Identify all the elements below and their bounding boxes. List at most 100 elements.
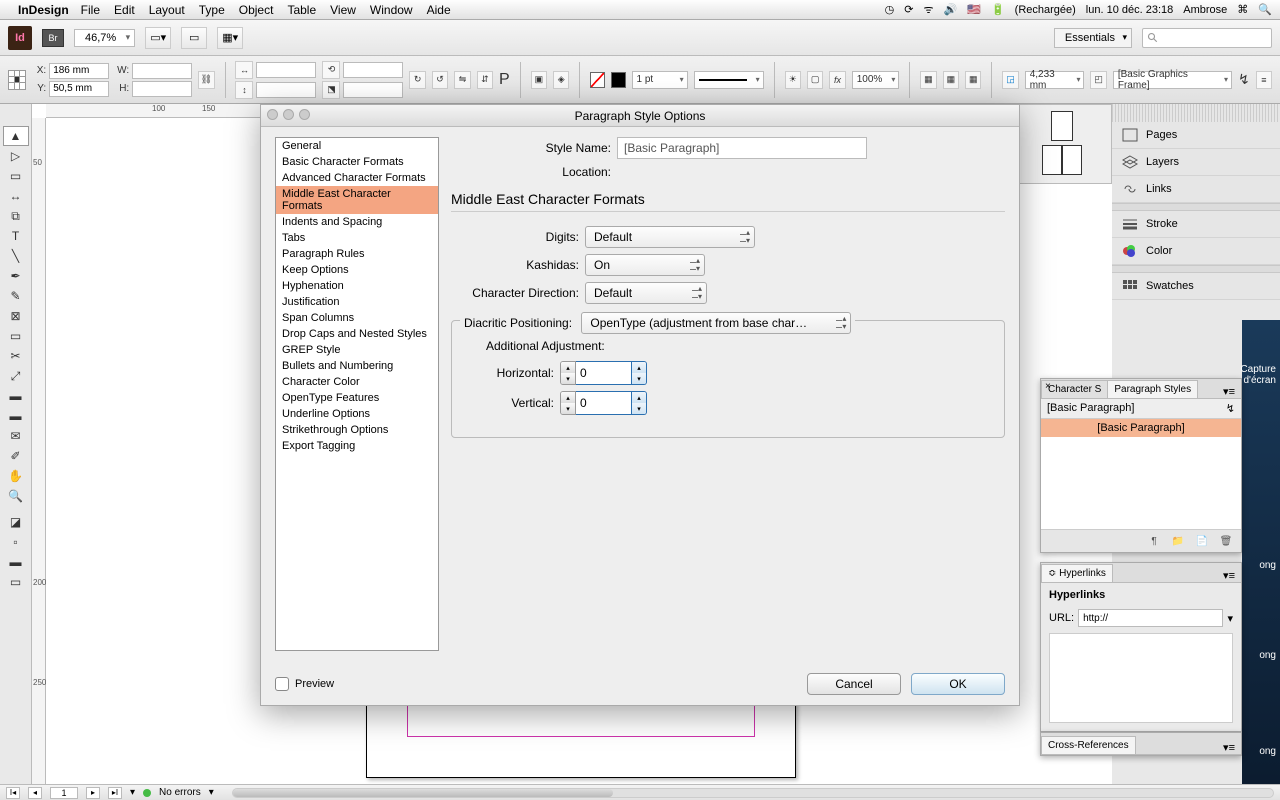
close-icon[interactable] (267, 109, 278, 120)
status-icon[interactable]: ◷ (885, 3, 895, 16)
rotate-ccw-icon[interactable]: ↺ (432, 71, 448, 89)
category-opentype-features[interactable]: OpenType Features (276, 390, 438, 406)
prev-page-button[interactable]: ◂ (28, 787, 42, 799)
hyperlinks-list[interactable] (1049, 633, 1233, 723)
stroke-style-select[interactable] (694, 71, 764, 89)
category-basic-character-formats[interactable]: Basic Character Formats (276, 154, 438, 170)
style-row-basic-paragraph[interactable]: [Basic Paragraph] (1041, 419, 1241, 437)
category-justification[interactable]: Justification (276, 294, 438, 310)
effects-icon[interactable]: ☀ (785, 71, 801, 89)
cancel-button[interactable]: Cancel (807, 673, 901, 695)
clear-overrides-icon[interactable]: ¶ (1147, 534, 1161, 548)
shear-input[interactable] (343, 82, 403, 98)
step-down-icon[interactable]: ▾ (632, 373, 646, 384)
corner-options-icon[interactable]: ◲ (1002, 71, 1018, 89)
first-page-button[interactable]: I◂ (6, 787, 20, 799)
selection-tool-icon[interactable]: ▲ (3, 126, 29, 146)
flip-v-icon[interactable]: ⇵ (477, 71, 493, 89)
menu-object[interactable]: Object (239, 3, 274, 17)
flip-h-icon[interactable]: ⇋ (454, 71, 470, 89)
horizontal-stepper[interactable]: ▴▾ ▴▾ (560, 361, 647, 385)
battery-icon[interactable]: 🔋 (991, 3, 1005, 16)
help-search-input[interactable] (1142, 28, 1272, 48)
view-options-icon[interactable]: ▭▾ (145, 27, 171, 49)
dialog-titlebar[interactable]: Paragraph Style Options (261, 105, 1019, 127)
select-container-icon[interactable]: ▣ (531, 71, 547, 89)
menu-table[interactable]: Table (287, 3, 316, 17)
hyperlinks-panel[interactable]: ≎ Hyperlinks ▾≡ Hyperlinks URL: http:// … (1040, 562, 1242, 732)
digits-select[interactable]: Default▴▾ (585, 226, 755, 248)
bridge-icon[interactable]: Br (42, 29, 64, 47)
line-tool-icon[interactable]: ╲ (3, 246, 29, 266)
step-up-icon[interactable]: ▴ (561, 392, 575, 403)
tab-paragraph-styles[interactable]: Paragraph Styles (1107, 380, 1198, 398)
styles-panel[interactable]: × Character S Paragraph Styles ▾≡ [Basic… (1040, 378, 1242, 553)
hand-tool-icon[interactable]: ✋ (3, 466, 29, 486)
category-keep-options[interactable]: Keep Options (276, 262, 438, 278)
text-wrap-shape-icon[interactable]: ▦ (965, 71, 981, 89)
step-down-icon[interactable]: ▾ (561, 403, 575, 414)
h-input[interactable] (132, 81, 192, 97)
preflight-status-icon[interactable] (143, 789, 151, 797)
rectangle-tool-icon[interactable]: ▭ (3, 326, 29, 346)
menu-type[interactable]: Type (199, 3, 225, 17)
url-input[interactable]: http:// (1078, 609, 1223, 627)
style-name-input[interactable]: [Basic Paragraph] (617, 137, 867, 159)
cross-references-panel[interactable]: Cross-References ▾≡ (1040, 732, 1242, 756)
last-page-button[interactable]: ▸I (108, 787, 122, 799)
tab-hyperlinks[interactable]: ≎ Hyperlinks (1041, 564, 1113, 582)
step-up-icon[interactable]: ▴ (561, 362, 575, 373)
text-wrap-bounding-icon[interactable]: ▦ (943, 71, 959, 89)
x-input[interactable] (49, 63, 109, 79)
preview-label[interactable]: Preview (295, 678, 334, 690)
menu-aide[interactable]: Aide (427, 3, 451, 17)
reference-point-grid[interactable] (8, 70, 26, 90)
minimize-icon[interactable] (283, 109, 294, 120)
rotate-input[interactable] (343, 62, 403, 78)
step-up-icon[interactable]: ▴ (632, 392, 646, 403)
corner-size-input[interactable]: 4,233 mm (1025, 71, 1085, 89)
opacity-input[interactable]: 100% (852, 71, 900, 89)
flag-icon[interactable]: 🇺🇸 (967, 3, 981, 16)
tab-cross-references[interactable]: Cross-References (1041, 736, 1136, 754)
view-mode-toggle-icon[interactable]: ▭ (3, 572, 29, 592)
user-name[interactable]: Ambrose (1183, 4, 1227, 16)
step-down-icon[interactable]: ▾ (561, 373, 575, 384)
panel-menu-icon[interactable]: ▾≡ (1217, 385, 1241, 398)
app-name[interactable]: InDesign (18, 3, 69, 17)
panel-close-icon[interactable]: × (1045, 381, 1051, 392)
window-traffic-lights[interactable] (267, 109, 310, 120)
vertical-input[interactable] (576, 391, 632, 415)
apply-color-icon[interactable]: ▬ (3, 552, 29, 572)
category-export-tagging[interactable]: Export Tagging (276, 438, 438, 454)
diacritic-select[interactable]: OpenType (adjustment from base char…▴▾ (581, 312, 851, 334)
new-group-icon[interactable]: 📁 (1171, 534, 1185, 548)
rotate-cw-icon[interactable]: ↻ (409, 71, 425, 89)
menu-file[interactable]: File (81, 3, 100, 17)
dock-color[interactable]: Color (1112, 238, 1280, 265)
arrange-docs-icon[interactable]: ▦▾ (217, 27, 243, 49)
sync-icon[interactable]: ⟳ (904, 3, 913, 16)
rectangle-frame-tool-icon[interactable]: ⊠ (3, 306, 29, 326)
category-tabs[interactable]: Tabs (276, 230, 438, 246)
workspace-select[interactable]: Essentials (1054, 28, 1132, 48)
gap-tool-icon[interactable]: ↔ (3, 186, 29, 206)
preview-checkbox[interactable] (275, 677, 289, 691)
direct-selection-tool-icon[interactable]: ▷ (3, 146, 29, 166)
scale-x-input[interactable] (256, 62, 316, 78)
dock-swatches[interactable]: Swatches (1112, 273, 1280, 300)
preflight-menu-icon[interactable]: ▾ (209, 787, 214, 798)
default-fill-stroke-icon[interactable]: ▫ (3, 532, 29, 552)
gradient-swatch-tool-icon[interactable]: ▬ (3, 386, 29, 406)
category-indents-and-spacing[interactable]: Indents and Spacing (276, 214, 438, 230)
fx-icon[interactable]: fx (829, 71, 845, 89)
dock-layers[interactable]: Layers (1112, 149, 1280, 176)
category-grep-style[interactable]: GREP Style (276, 342, 438, 358)
dock-grip[interactable] (1112, 104, 1280, 122)
stroke-weight-input[interactable]: 1 pt (632, 71, 688, 89)
quick-apply-inline-icon[interactable]: ↯ (1226, 402, 1235, 415)
eyedropper-tool-icon[interactable]: ✐ (3, 446, 29, 466)
category-drop-caps-and-nested-styles[interactable]: Drop Caps and Nested Styles (276, 326, 438, 342)
dock-links[interactable]: Links (1112, 176, 1280, 203)
pencil-tool-icon[interactable]: ✎ (3, 286, 29, 306)
